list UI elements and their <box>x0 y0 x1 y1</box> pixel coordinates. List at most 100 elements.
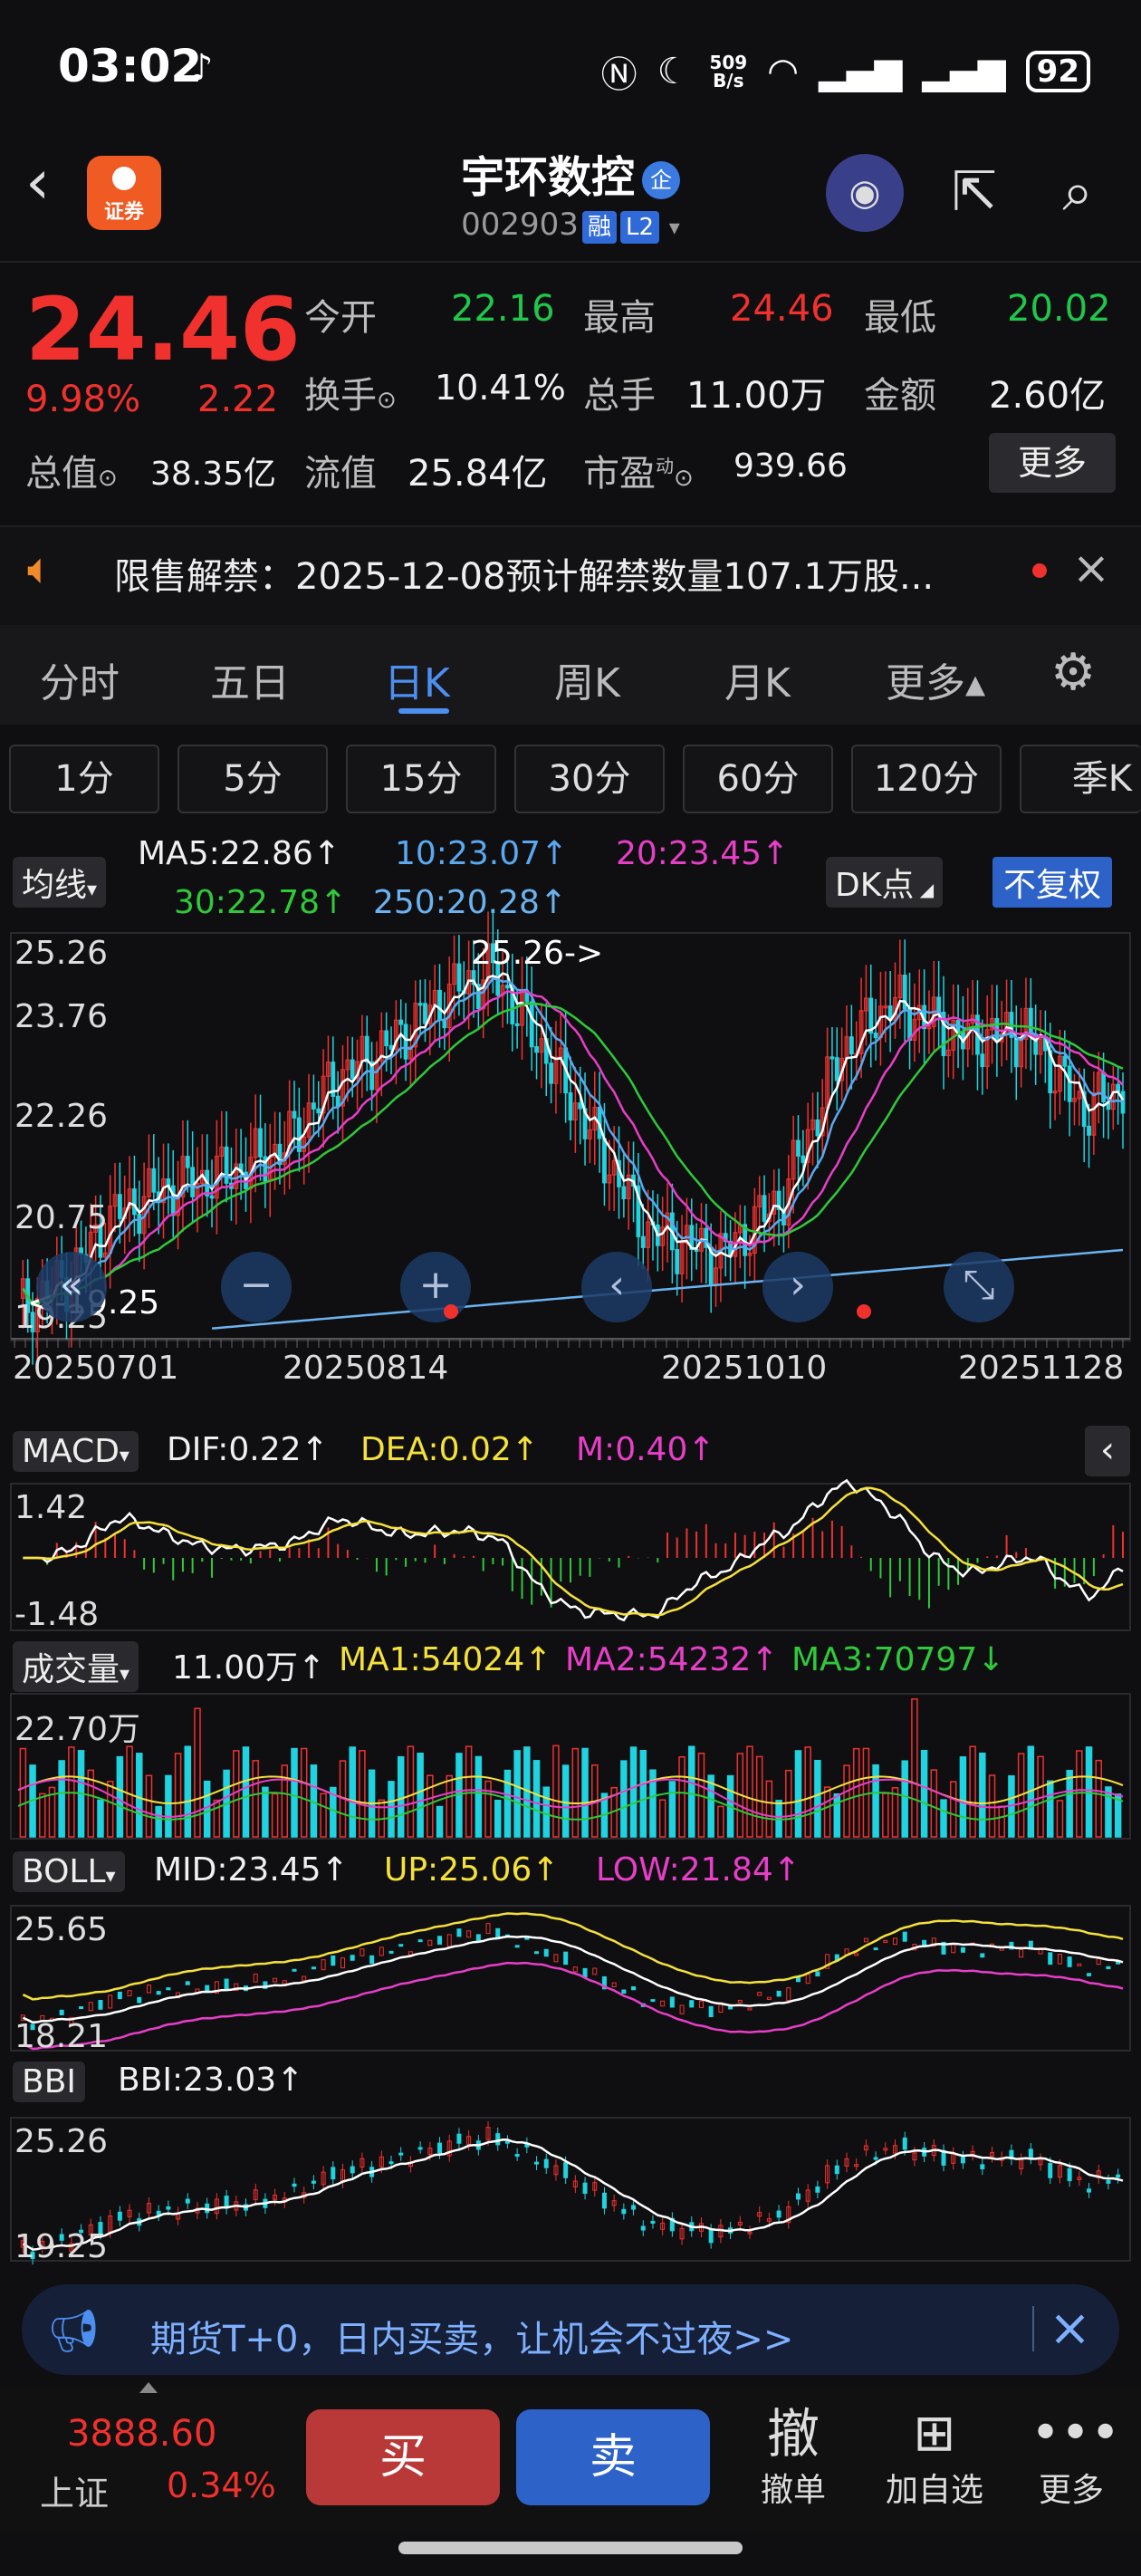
volume-bar <box>620 1760 628 1838</box>
fullscreen-button[interactable]: ⤡ <box>944 1252 1014 1322</box>
macd-select[interactable]: MACD▾ <box>13 1431 139 1472</box>
volume-bar <box>639 1749 647 1838</box>
boll-candle <box>369 1955 375 1965</box>
banner-divider <box>1032 2306 1034 2351</box>
index-pct[interactable]: 0.34% <box>167 2465 276 2505</box>
volume-bar <box>39 1793 46 1838</box>
boll-candle <box>611 1982 617 1987</box>
close-banner-icon[interactable]: × <box>1049 2299 1091 2358</box>
volume-bar <box>561 1764 570 1838</box>
bbi-candle <box>1087 2188 1092 2193</box>
boll-candle <box>582 1967 588 1978</box>
stock-detail-page: 03:02 ♪ Ⓝ ☾ 509 B/s ◠ ▂▄▆ ▂▄▆ 92 ‹ 证券 宇环数… <box>0 0 1141 2576</box>
volume-bar <box>882 1793 889 1838</box>
date-label: 20251128 <box>958 1350 1125 1387</box>
candle-body <box>578 1102 583 1110</box>
expand-index-icon[interactable] <box>139 2382 158 2393</box>
volume-bar <box>262 1786 269 1838</box>
volume-ma3: MA3:70797↓ <box>791 1641 1005 1678</box>
volume-select[interactable]: 成交量▾ <box>13 1641 139 1692</box>
bbi-candle <box>185 2198 190 2204</box>
bbi-select[interactable]: BBI <box>13 2062 86 2102</box>
volume-bar <box>969 1745 976 1838</box>
cancel-order-button[interactable]: 撤 撤单 <box>753 2404 833 2511</box>
sell-button[interactable]: 卖 <box>516 2409 710 2505</box>
more-menu-button[interactable]: ••• 更多 <box>1031 2404 1120 2511</box>
kline-y-label: 25.26 <box>14 935 109 972</box>
promo-text[interactable]: 期货T+0，日内买卖，让机会不过夜>> <box>150 2310 793 2362</box>
volume-bar <box>407 1745 415 1838</box>
volume-bar <box>252 1760 259 1838</box>
volume-bar <box>281 1764 289 1838</box>
volume-bar <box>581 1747 589 1838</box>
boll-candle <box>388 1950 394 1954</box>
boll-candle <box>398 1944 404 1947</box>
megaphone-icon: 📢︎ <box>47 2306 101 2355</box>
next-button[interactable]: › <box>762 1252 833 1322</box>
boll-candle <box>108 1994 113 2009</box>
bbi-candle <box>437 2142 443 2154</box>
boll-candle <box>534 1951 540 1955</box>
volume-bar <box>688 1745 695 1838</box>
boll-candle <box>747 2007 753 2011</box>
boll-candle <box>1106 1966 1111 1970</box>
candle-body <box>873 1032 878 1039</box>
panel-frame <box>10 1905 1131 2052</box>
bbi-candle <box>834 2165 839 2175</box>
volume-ymax: 22.70万 <box>14 1711 141 1748</box>
boll-candle <box>88 2002 93 2012</box>
boll-up-line <box>22 1912 1124 2001</box>
red-dot <box>444 1304 458 1319</box>
zoom-in-button[interactable]: + <box>400 1252 471 1322</box>
boll-candle <box>282 1980 287 1985</box>
vol-ma1-line <box>17 1775 1124 1805</box>
bbi-candle <box>504 2140 510 2144</box>
boll-candle <box>59 2009 64 2015</box>
boll-low-line <box>22 1961 1124 2051</box>
candle-body <box>316 1108 321 1114</box>
volume-bar <box>658 1799 666 1838</box>
zoom-out-button[interactable]: − <box>221 1252 292 1322</box>
volume-bar <box>920 1749 928 1838</box>
volume-bar <box>823 1786 831 1838</box>
rewind-button[interactable]: « <box>36 1252 107 1322</box>
bbi-candle <box>873 2157 878 2160</box>
candle-body <box>170 1185 176 1216</box>
home-indicator[interactable] <box>398 2542 743 2554</box>
prev-button[interactable]: ‹ <box>581 1252 652 1322</box>
candle-body <box>292 1110 297 1119</box>
boll-select[interactable]: BOLL▾ <box>13 1851 125 1892</box>
candle-body <box>829 1056 835 1060</box>
candle-body <box>1062 1055 1068 1067</box>
volume-bar <box>959 1756 967 1838</box>
boll-candle <box>815 1971 820 1977</box>
volume-bar <box>843 1764 850 1838</box>
volume-bar <box>145 1774 153 1838</box>
bbi-candle <box>960 2157 965 2164</box>
bbi-candle <box>534 2161 540 2165</box>
volume-bar <box>979 1752 986 1838</box>
boll-candle <box>117 1991 122 2000</box>
volume-bar <box>833 1793 841 1838</box>
volume-bar <box>1066 1769 1073 1838</box>
boll-candle <box>650 1999 656 2003</box>
volume-bar <box>542 1786 550 1838</box>
index-name[interactable]: 上证 <box>40 2465 109 2515</box>
volume-bar <box>1046 1780 1054 1838</box>
volume-bar <box>213 1799 221 1838</box>
candle-body <box>403 1024 408 1060</box>
boll-candle <box>883 1939 888 1943</box>
boll-candle <box>485 1923 491 1935</box>
add-watchlist-button[interactable]: ⊞ 加自选 <box>880 2404 989 2511</box>
index-value[interactable]: 3888.60 <box>67 2413 216 2455</box>
bbi-candle <box>156 2210 161 2216</box>
collapse-panel-button[interactable]: ‹ <box>1085 1426 1130 1476</box>
candle-body <box>529 1001 534 1048</box>
volume-bar <box>19 1747 27 1838</box>
chart-canvas[interactable] <box>0 0 1141 2283</box>
volume-bar <box>359 1750 366 1838</box>
macd-dif-line <box>23 1478 1124 1622</box>
buy-button[interactable]: 买 <box>306 2409 500 2505</box>
bbi-candle <box>795 2193 801 2200</box>
volume-bar <box>513 1750 521 1838</box>
